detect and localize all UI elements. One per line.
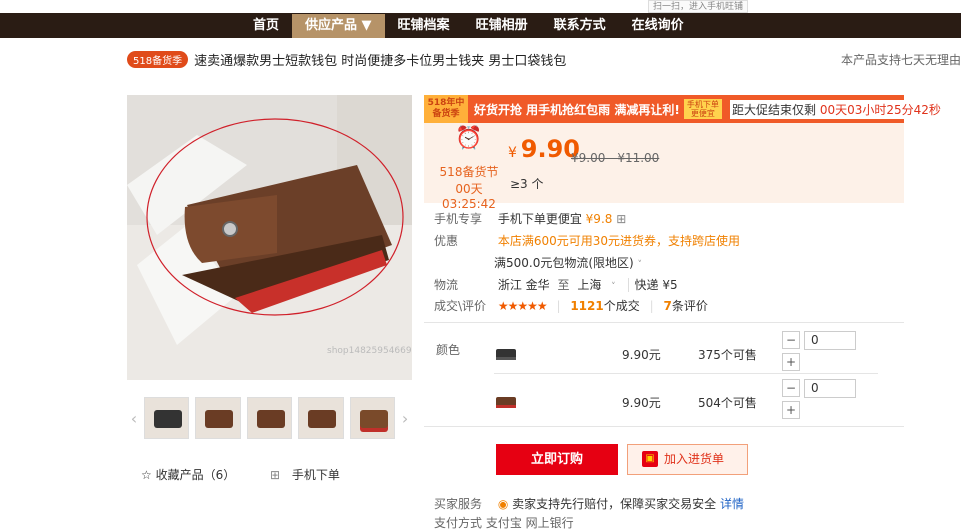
countdown-time: 00天03小时25分42秒 (819, 103, 941, 117)
mobile-exclusive-row: 手机专享 手机下单更便宜 ¥9.8 ⊞ (434, 210, 626, 227)
sku-price: 9.90元 (622, 396, 661, 410)
thumbnail-2[interactable] (195, 397, 241, 439)
price-box: ⏰ 518备货节 00天03:25:42 ¥ 9.90 ¥9.00 - ¥11.… (424, 123, 904, 211)
nav-shop-profile[interactable]: 旺铺档案 (385, 14, 463, 38)
original-price-range: ¥9.00 - ¥11.00 (571, 151, 660, 165)
nav-home[interactable]: 首页 (240, 14, 292, 38)
promo-countdown: 距大促结束仅剩 00天03小时25分42秒 (730, 100, 943, 119)
to-label: 至 (557, 278, 570, 292)
chevron-down-icon: ˅ (611, 282, 616, 292)
nav-shop-album[interactable]: 旺铺相册 (463, 14, 541, 38)
reviews-text: 条评价 (671, 299, 708, 313)
origin: 浙江 金华 (497, 278, 550, 292)
main-nav: 首页 供应产品 ▼ 旺铺档案 旺铺相册 联系方式 在线询价 (240, 14, 697, 38)
quantity-input[interactable]: 0 (804, 379, 856, 398)
mobile-price: ¥9.8 (585, 212, 613, 226)
cart-icon: ▣ (642, 451, 658, 467)
plus-button[interactable]: + (782, 353, 800, 371)
mobile-exclusive-label: 手机专享 (434, 212, 483, 226)
sku-stock: 504个可售 (698, 396, 757, 410)
currency-symbol: ¥ (508, 145, 517, 161)
shield-icon: ◉ (497, 497, 509, 511)
sku-price: 9.90元 (622, 348, 661, 362)
add-to-cart-label: 加入进货单 (664, 452, 725, 466)
divider (424, 322, 904, 323)
minus-button[interactable]: − (782, 379, 800, 397)
deals-count[interactable]: 1121 (570, 299, 603, 313)
event-badge: 518备货季 (127, 50, 189, 68)
alarm-clock-icon: ⏰ (455, 126, 483, 151)
promo-tag: 518年中备货季 (424, 95, 468, 123)
event-timer: ⏰ 518备货节 00天03:25:42 (434, 126, 504, 212)
thumbnail-4[interactable] (298, 397, 344, 439)
buyer-service-row: 买家服务 ◉ 卖家支持先行赔付，保障买家交易安全 详情 (434, 495, 744, 512)
mobile-shop-tip[interactable]: 扫一扫，进入手机旺铺 (648, 0, 749, 13)
qr-code-icon: ⊞ (270, 468, 281, 482)
event-time: 00天03:25:42 (442, 182, 496, 211)
nav-products[interactable]: 供应产品 ▼ (292, 14, 385, 38)
top-navbar: 扫一扫，进入手机旺铺 首页 供应产品 ▼ 旺铺档案 旺铺相册 联系方式 在线询价 (0, 0, 961, 38)
product-main-image[interactable]: shop1482595466906.1688.com (127, 95, 412, 380)
nav-contact[interactable]: 联系方式 (541, 14, 619, 38)
promo-mini-tag: 手机下单更便宜 (683, 99, 722, 119)
star-outline-icon: ☆ (141, 468, 152, 482)
thumbnail-strip: ‹ › (127, 395, 412, 441)
coupon-label: 优惠 (434, 234, 459, 248)
current-price: ¥ 9.90 (508, 135, 580, 163)
rating-stars: ★★★★★ (497, 299, 548, 313)
express-fee: 快递 ¥5 (627, 278, 678, 292)
quantity-input[interactable]: 0 (804, 331, 856, 350)
mobile-order-label: 手机下单 (291, 468, 340, 482)
mobile-exclusive-text: 手机下单更便宜 (497, 212, 582, 226)
wallet-photo: shop1482595466906.1688.com (127, 95, 412, 380)
countdown-prefix: 距大促结束仅剩 (732, 103, 817, 117)
thumbnail-3[interactable] (246, 397, 293, 439)
sku-color-label: 颜色 (436, 343, 461, 357)
thumbnail-5[interactable] (349, 397, 396, 439)
product-title: 速卖通爆款男士短款钱包 时尚便捷多卡位男士钱夹 男士口袋钱包 (194, 53, 567, 69)
sku-thumbnail-1[interactable] (494, 344, 518, 364)
freight-row[interactable]: 满500.0元包物流(限地区) ˅ (494, 254, 642, 271)
favorite-product[interactable]: ☆ 收藏产品（6） (141, 466, 235, 483)
thumbnail-1[interactable] (143, 397, 190, 439)
qr-small-icon[interactable]: ⊞ (616, 212, 626, 226)
plus-button[interactable]: + (782, 401, 800, 419)
destination-select[interactable]: 上海 ˅ (577, 278, 627, 292)
sku-thumbnail-2[interactable] (494, 392, 518, 412)
refund-note: 本产品支持七天无理由 (840, 53, 961, 67)
deal-review-label: 成交\评价 (434, 299, 487, 313)
divider (494, 373, 878, 374)
add-to-cart-button[interactable]: ▣ 加入进货单 (627, 444, 748, 475)
reviews-count[interactable]: 7 (663, 299, 671, 313)
freight-note: 满500.0元包物流(限地区) (494, 256, 634, 270)
destination: 上海 (577, 278, 602, 292)
thumb-next-icon[interactable]: › (398, 409, 412, 428)
promo-text: 好货开抢 用手机抢红包雨 满减再让利! (474, 102, 680, 117)
thumb-prev-icon[interactable]: ‹ (127, 409, 141, 428)
buyer-service-text: 卖家支持先行赔付，保障买家交易安全 (512, 497, 717, 511)
buyer-service-label: 买家服务 (434, 497, 483, 511)
logistics-label: 物流 (434, 278, 459, 292)
favorite-label: 收藏产品（6） (155, 468, 236, 482)
payment-row: 支付方式 支付宝 网上银行 (434, 516, 574, 530)
svg-text:shop1482595466906.1688.com: shop1482595466906.1688.com (327, 346, 412, 356)
minus-button[interactable]: − (782, 331, 800, 349)
deal-review-row: 成交\评价 ★★★★★ | 1121个成交 | 7条评价 (434, 299, 708, 313)
service-details-link[interactable]: 详情 (720, 497, 744, 511)
sku-stock: 375个可售 (698, 348, 757, 362)
nav-inquiry[interactable]: 在线询价 (619, 14, 697, 38)
divider (424, 426, 904, 427)
mobile-order-link[interactable]: ⊞ 手机下单 (270, 466, 340, 483)
event-label: 518备货节 (439, 165, 499, 179)
min-order-qty: ≥3 个 (510, 177, 544, 191)
product-title-row: 518备货季 速卖通爆款男士短款钱包 时尚便捷多卡位男士钱夹 男士口袋钱包 本产… (127, 48, 961, 70)
chevron-down-icon: ˅ (637, 260, 643, 270)
top-strip (0, 0, 961, 13)
logistics-row: 物流 浙江 金华 至 上海 ˅ 快递 ¥5 (434, 276, 678, 293)
coupon-row: 优惠 本店满600元可用30元进货券，支持跨店使用 (434, 232, 740, 249)
deals-text: 个成交 (603, 299, 640, 313)
coupon-text[interactable]: 本店满600元可用30元进货券，支持跨店使用 (498, 234, 740, 248)
order-now-button[interactable]: 立即订购 (496, 444, 618, 475)
